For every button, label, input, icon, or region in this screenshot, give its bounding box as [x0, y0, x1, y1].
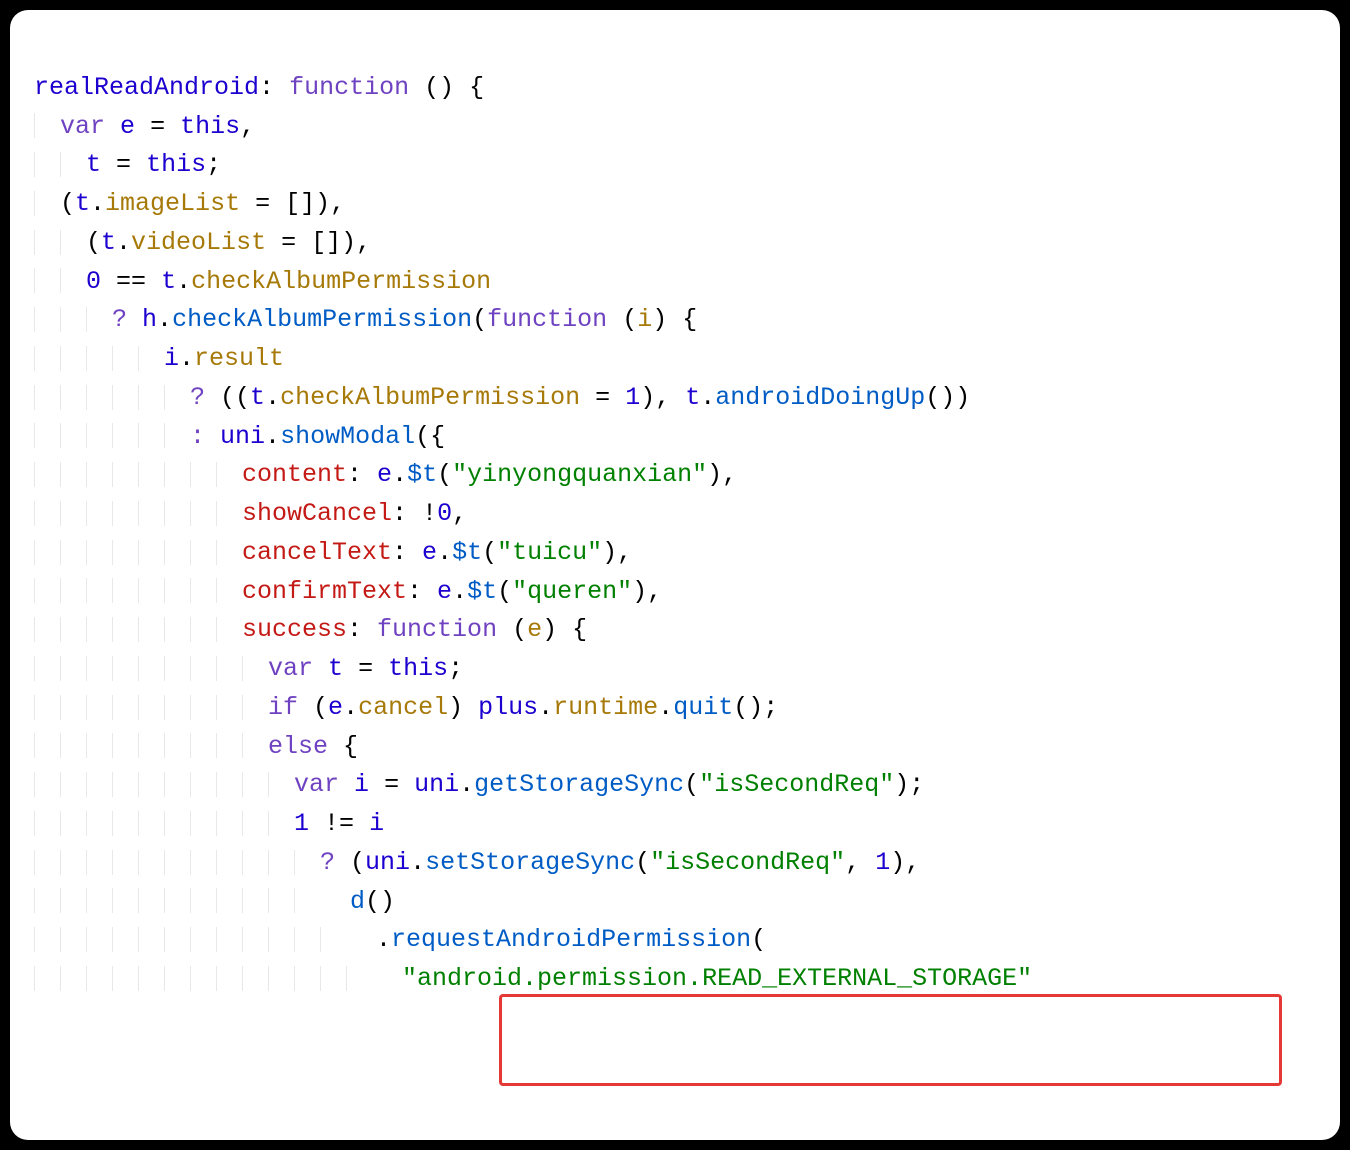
code-line: var i = uni.getStorageSync("isSecondReq"…	[34, 770, 924, 799]
code-line: cancelText: e.$t("tuicu"),	[34, 538, 632, 567]
code-line: if (e.cancel) plus.runtime.quit();	[34, 693, 778, 722]
code-line: ? h.checkAlbumPermission(function (i) {	[34, 305, 697, 334]
code-line: var t = this;	[34, 654, 463, 683]
code-block: realReadAndroid: function () { var e = t…	[34, 30, 1316, 999]
code-line: : uni.showModal({	[34, 422, 445, 451]
code-line: d()	[34, 887, 395, 916]
code-line: i.result	[34, 344, 284, 373]
fn-name: realReadAndroid	[34, 73, 259, 102]
code-line: var e = this,	[34, 112, 255, 141]
code-line: ? ((t.checkAlbumPermission = 1), t.andro…	[34, 383, 970, 412]
code-frame: realReadAndroid: function () { var e = t…	[10, 10, 1340, 1140]
code-line: t = this;	[34, 150, 221, 179]
code-line: content: e.$t("yinyongquanxian"),	[34, 460, 737, 489]
highlight-box	[499, 994, 1282, 1086]
code-line: realReadAndroid: function () {	[34, 73, 484, 102]
code-line: else {	[34, 732, 358, 761]
code-line: (t.imageList = []),	[34, 189, 345, 218]
code-line: ? (uni.setStorageSync("isSecondReq", 1),	[34, 848, 920, 877]
code-line: .requestAndroidPermission(	[34, 925, 766, 954]
code-line: confirmText: e.$t("queren"),	[34, 577, 662, 606]
code-line: 1 != i	[34, 809, 384, 838]
code-line: showCancel: !0,	[34, 499, 467, 528]
code-line: "android.permission.READ_EXTERNAL_STORAG…	[34, 964, 1032, 993]
code-line: success: function (e) {	[34, 615, 587, 644]
code-line: (t.videoList = []),	[34, 228, 371, 257]
code-line: 0 == t.checkAlbumPermission	[34, 267, 491, 296]
